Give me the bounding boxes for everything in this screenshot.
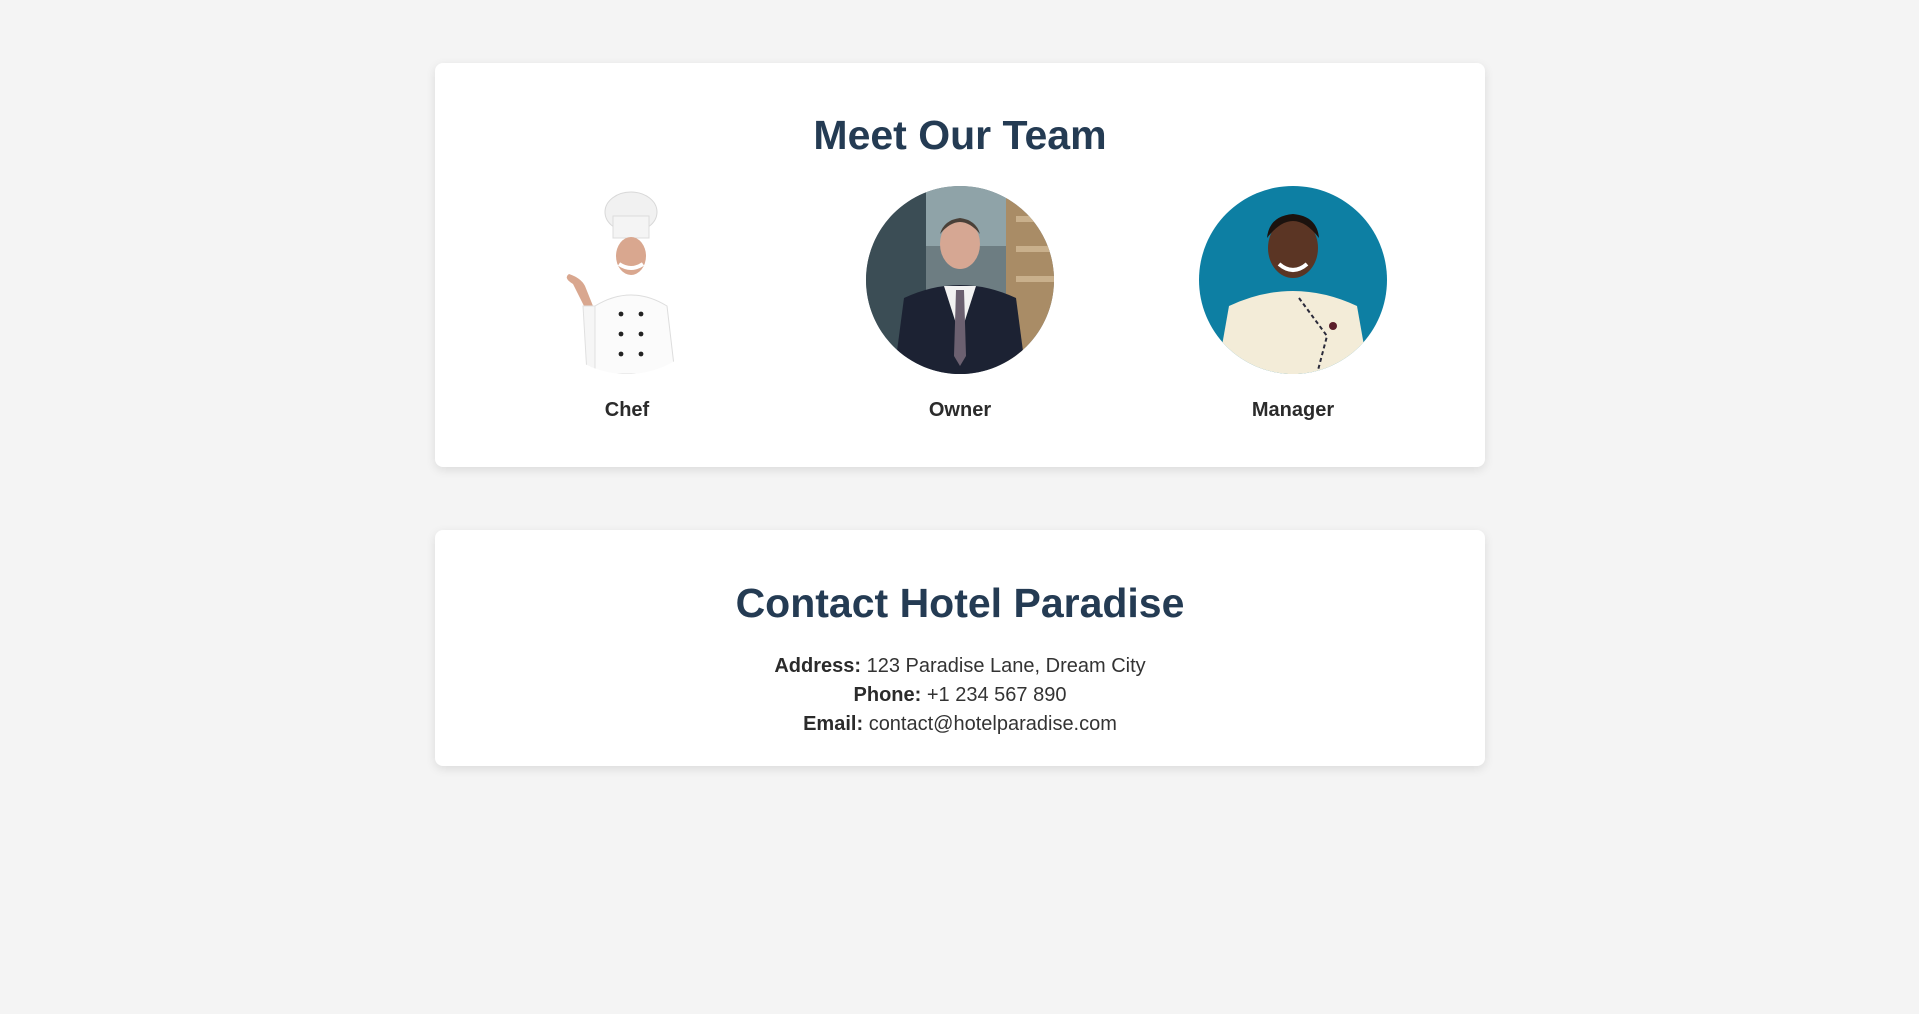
team-member-chef: Chef — [527, 186, 727, 422]
contact-section: Contact Hotel Paradise Address: 123 Para… — [435, 530, 1485, 766]
team-section: Meet Our Team Chef Owner Manager — [435, 63, 1485, 467]
member-role: Manager — [1251, 399, 1335, 421]
chef-illustration — [533, 186, 721, 374]
manager-illustration — [1199, 186, 1387, 374]
address-line: Address: 123 Paradise Lane, Dream City — [435, 652, 1485, 681]
address-value: 123 Paradise Lane, Dream City — [866, 655, 1146, 677]
manager-photo — [1199, 186, 1387, 374]
phone-label: Phone: — [853, 684, 922, 706]
owner-illustration — [866, 186, 1054, 374]
contact-details: Address: 123 Paradise Lane, Dream City P… — [435, 652, 1485, 739]
phone-line: Phone: +1 234 567 890 — [435, 681, 1485, 710]
email-line: Email: contact@hotelparadise.com — [435, 710, 1485, 739]
team-title: Meet Our Team — [813, 112, 1107, 158]
phone-value[interactable]: +1 234 567 890 — [927, 684, 1067, 706]
member-role: Chef — [604, 399, 650, 421]
chef-photo — [533, 186, 721, 374]
team-member-manager: Manager — [1193, 186, 1393, 422]
address-label: Address: — [774, 655, 862, 677]
email-value[interactable]: contact@hotelparadise.com — [869, 713, 1117, 735]
contact-title: Contact Hotel Paradise — [735, 580, 1185, 626]
team-member-owner: Owner — [860, 186, 1060, 422]
email-label: Email: — [803, 713, 864, 735]
member-role: Owner — [928, 399, 992, 421]
owner-photo — [866, 186, 1054, 374]
